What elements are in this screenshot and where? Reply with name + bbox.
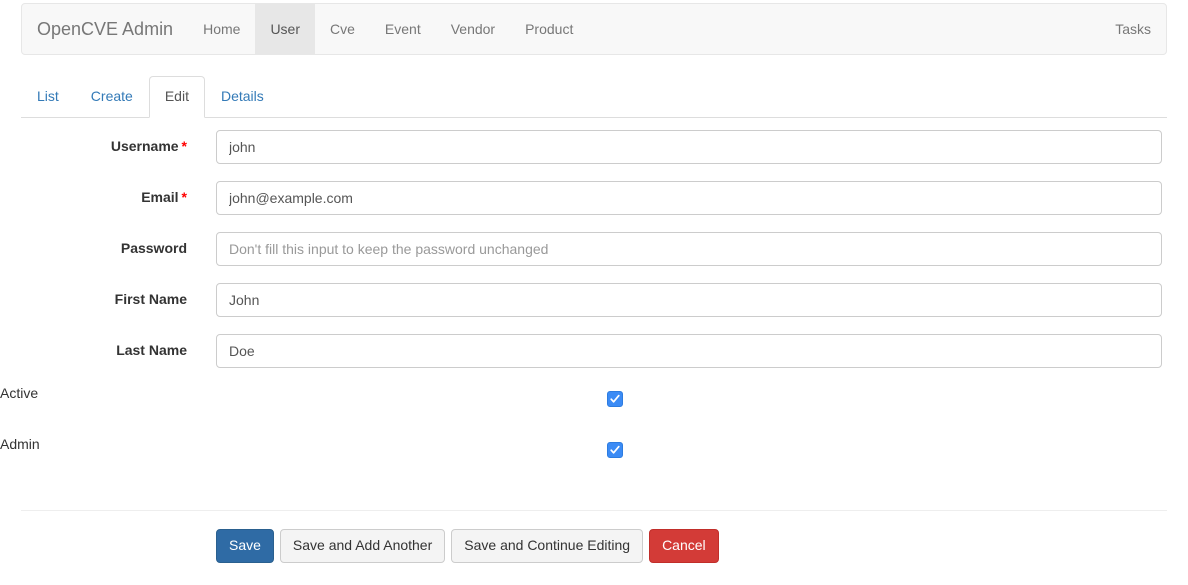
form-row-username: Username*	[0, 130, 1188, 164]
navbar-item-vendor[interactable]: Vendor	[436, 4, 510, 54]
tab-link-details[interactable]: Details	[205, 76, 280, 118]
tab-create[interactable]: Create	[75, 76, 149, 118]
form-row-active: Active	[0, 385, 1188, 419]
label-text-active: Active	[0, 385, 38, 401]
password-input[interactable]	[216, 232, 1162, 266]
cancel-button[interactable]: Cancel	[649, 529, 719, 563]
navbar-brand[interactable]: OpenCVE Admin	[22, 4, 188, 54]
label-text-admin: Admin	[0, 436, 40, 452]
active-checkbox[interactable]	[607, 391, 623, 407]
navbar-item-product[interactable]: Product	[510, 4, 588, 54]
navbar-item-tasks[interactable]: Tasks	[1100, 4, 1166, 54]
navbar-link-product[interactable]: Product	[510, 4, 588, 54]
form-row-email: Email*	[0, 181, 1188, 215]
form-row-last-name: Last Name	[0, 334, 1188, 368]
field-wrap-last-name	[187, 334, 1188, 368]
form-row-password: Password	[0, 232, 1188, 266]
label-text-first-name: First Name	[115, 291, 187, 307]
navbar-item-home[interactable]: Home	[188, 4, 255, 54]
label-username: Username*	[0, 130, 187, 155]
section-tabs: ListCreateEditDetails	[21, 76, 1167, 118]
user-edit-form: Username* Email* Password First Name Last Na…	[0, 130, 1188, 487]
email-input[interactable]	[216, 181, 1162, 215]
label-text-username: Username	[111, 138, 179, 154]
navbar-item-user[interactable]: User	[255, 4, 315, 54]
navbar-link-cve[interactable]: Cve	[315, 4, 370, 54]
form-actions-divider	[21, 510, 1167, 511]
tab-link-edit[interactable]: Edit	[149, 76, 205, 118]
navbar-link-vendor[interactable]: Vendor	[436, 4, 510, 54]
label-email: Email*	[0, 181, 187, 206]
save-button[interactable]: Save	[216, 529, 274, 563]
form-row-first-name: First Name	[0, 283, 1188, 317]
form-row-admin: Admin	[0, 436, 1188, 470]
field-wrap-first-name	[187, 283, 1188, 317]
field-wrap-email	[187, 181, 1188, 215]
field-wrap-username	[187, 130, 1188, 164]
label-last-name: Last Name	[0, 334, 187, 359]
form-actions: SaveSave and Add AnotherSave and Continu…	[0, 529, 1188, 563]
navbar-item-event[interactable]: Event	[370, 4, 436, 54]
check-icon	[609, 444, 621, 456]
admin-checkbox[interactable]	[607, 442, 623, 458]
tab-list[interactable]: List	[21, 76, 75, 118]
navbar-link-event[interactable]: Event	[370, 4, 436, 54]
tab-edit[interactable]: Edit	[149, 76, 205, 118]
navbar-primary-menu: HomeUserCveEventVendorProduct	[188, 4, 588, 54]
top-navbar: OpenCVE Admin HomeUserCveEventVendorProd…	[21, 3, 1167, 55]
tab-link-list[interactable]: List	[21, 76, 75, 118]
save-and-continue-editing-button[interactable]: Save and Continue Editing	[451, 529, 643, 563]
label-active: Active	[0, 385, 38, 401]
first-name-input[interactable]	[216, 283, 1162, 317]
username-input[interactable]	[216, 130, 1162, 164]
navbar-item-cve[interactable]: Cve	[315, 4, 370, 54]
nav-tabs-list: ListCreateEditDetails	[21, 76, 1167, 118]
tab-details[interactable]: Details	[205, 76, 280, 118]
label-text-email: Email	[141, 189, 178, 205]
navbar-secondary-menu: Tasks	[1100, 4, 1166, 54]
navbar-link-tasks[interactable]: Tasks	[1100, 4, 1166, 54]
check-icon	[609, 393, 621, 405]
label-first-name: First Name	[0, 283, 187, 308]
label-admin: Admin	[0, 436, 40, 452]
save-and-add-another-button[interactable]: Save and Add Another	[280, 529, 445, 563]
tab-link-create[interactable]: Create	[75, 76, 149, 118]
checkbox-wrap-admin	[40, 436, 1188, 458]
checkbox-wrap-active	[38, 385, 1188, 407]
label-password: Password	[0, 232, 187, 257]
label-text-last-name: Last Name	[116, 342, 187, 358]
label-text-password: Password	[121, 240, 187, 256]
field-wrap-password	[187, 232, 1188, 266]
navbar-link-home[interactable]: Home	[188, 4, 255, 54]
last-name-input[interactable]	[216, 334, 1162, 368]
navbar-link-user[interactable]: User	[255, 4, 315, 54]
